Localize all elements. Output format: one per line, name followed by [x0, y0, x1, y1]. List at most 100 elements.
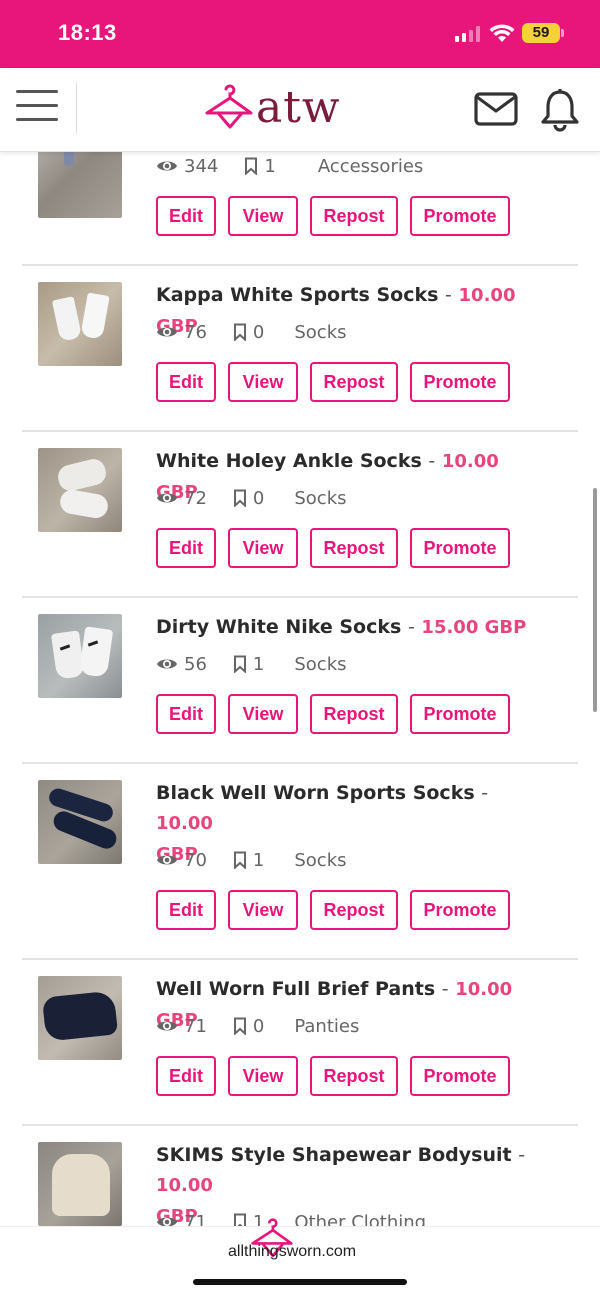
- promote-button[interactable]: Promote: [410, 362, 510, 402]
- listing-actions: Edit View Repost Promote: [156, 196, 510, 236]
- atw-logo[interactable]: atw: [204, 82, 341, 133]
- view-count: 71: [184, 1211, 207, 1227]
- listing-name: Dirty White Nike Socks: [156, 616, 402, 638]
- repost-button[interactable]: Repost: [310, 196, 398, 236]
- status-bar: 18:13 59: [0, 0, 600, 68]
- view-button[interactable]: View: [228, 528, 298, 568]
- listing-divider: [22, 762, 578, 764]
- promote-button[interactable]: Promote: [410, 528, 510, 568]
- listing-category: Panties: [294, 1015, 360, 1037]
- save-count: 0: [252, 1015, 265, 1037]
- listing-category: Other Clothing: [294, 1211, 427, 1227]
- listing-stats: 56 1 Socks: [156, 652, 347, 676]
- listing-actions: Edit View Repost Promote: [156, 890, 510, 930]
- listing-category: Socks: [294, 653, 347, 675]
- hamburger-icon: [16, 90, 58, 93]
- listing-name: White Holey Ankle Socks: [156, 450, 422, 472]
- bell-icon[interactable]: [540, 88, 580, 132]
- scrollbar[interactable]: [593, 488, 597, 712]
- listing-thumbnail[interactable]: [38, 282, 122, 366]
- save-count: 1: [264, 155, 276, 177]
- listing-actions: Edit View Repost Promote: [156, 694, 510, 734]
- repost-button[interactable]: Repost: [310, 362, 398, 402]
- view-button[interactable]: View: [228, 196, 298, 236]
- view-count: 56: [184, 653, 207, 675]
- repost-button[interactable]: Repost: [310, 1056, 398, 1096]
- edit-button[interactable]: Edit: [156, 528, 216, 568]
- bottom-bar: allthingsworn.com: [0, 1218, 600, 1298]
- listing-divider: [22, 596, 578, 598]
- view-button[interactable]: View: [228, 890, 298, 930]
- eye-icon: [157, 659, 177, 669]
- save-count: 1: [252, 653, 265, 675]
- listing-name: SKIMS Style Shapewear Bodysuit: [156, 1144, 512, 1166]
- listing-divider: [22, 430, 578, 432]
- edit-button[interactable]: Edit: [156, 362, 216, 402]
- eye-icon: [157, 327, 177, 337]
- bookmark-icon: [233, 489, 246, 507]
- bookmark-icon: [233, 851, 246, 869]
- listing-price: 10.00: [156, 813, 213, 834]
- view-count: 72: [184, 487, 207, 509]
- app-header: atw: [0, 68, 600, 152]
- listing-category: Accessories: [317, 155, 424, 177]
- eye-icon: [157, 1021, 177, 1031]
- listing-stats: 72 0 Socks: [156, 486, 347, 510]
- view-button[interactable]: View: [228, 362, 298, 402]
- mail-icon[interactable]: [474, 92, 518, 126]
- listing-thumbnail[interactable]: [38, 780, 122, 864]
- promote-button[interactable]: Promote: [410, 1056, 510, 1096]
- hamburger-menu-button[interactable]: [16, 90, 60, 126]
- promote-button[interactable]: Promote: [410, 694, 510, 734]
- eye-icon: [157, 855, 177, 865]
- listing-actions: Edit View Repost Promote: [156, 362, 510, 402]
- listing-category: Socks: [294, 487, 347, 509]
- listing-price: 10.00: [156, 1175, 213, 1196]
- view-count: 344: [184, 155, 219, 177]
- view-button[interactable]: View: [228, 1056, 298, 1096]
- title-dash: -: [407, 616, 415, 638]
- listing-thumbnail[interactable]: [38, 976, 122, 1060]
- title-dash: -: [428, 450, 436, 472]
- promote-button[interactable]: Promote: [410, 890, 510, 930]
- listing-divider: [22, 958, 578, 960]
- listing-title[interactable]: Dirty White Nike Socks - 15.00 GBP: [156, 612, 546, 643]
- save-count: 0: [252, 487, 265, 509]
- repost-button[interactable]: Repost: [310, 528, 398, 568]
- listing-actions: Edit View Repost Promote: [156, 1056, 510, 1096]
- bookmark-icon: [233, 323, 246, 341]
- view-count: 76: [184, 321, 207, 343]
- listing-category: Socks: [294, 849, 347, 871]
- bookmark-icon: [245, 157, 258, 175]
- edit-button[interactable]: Edit: [156, 694, 216, 734]
- view-count: 70: [184, 849, 207, 871]
- listings-list: 344 1 Accessories Edit View Repost Promo…: [0, 152, 600, 1226]
- title-dash: -: [518, 1144, 526, 1166]
- listing-stats: 71 0 Panties: [156, 1014, 359, 1038]
- eye-icon: [157, 493, 177, 503]
- listing-thumbnail[interactable]: [38, 614, 122, 698]
- promote-button[interactable]: Promote: [410, 196, 510, 236]
- listing-thumbnail[interactable]: [38, 152, 122, 218]
- edit-button[interactable]: Edit: [156, 1056, 216, 1096]
- view-button[interactable]: View: [228, 694, 298, 734]
- wifi-icon: [489, 24, 515, 42]
- repost-button[interactable]: Repost: [310, 890, 398, 930]
- edit-button[interactable]: Edit: [156, 196, 216, 236]
- home-indicator[interactable]: [193, 1279, 407, 1285]
- bookmark-icon: [233, 1213, 246, 1226]
- listing-divider: [22, 264, 578, 266]
- listing-divider: [22, 1124, 578, 1126]
- status-time: 18:13: [58, 20, 117, 45]
- listing-name: Kappa White Sports Socks: [156, 284, 439, 306]
- bookmark-icon: [233, 655, 246, 673]
- logo-text: atw: [256, 82, 341, 133]
- site-domain[interactable]: allthingsworn.com: [228, 1243, 356, 1261]
- listing-thumbnail[interactable]: [38, 448, 122, 532]
- listing-category: Socks: [294, 321, 347, 343]
- battery-indicator: 59: [522, 23, 560, 43]
- edit-button[interactable]: Edit: [156, 890, 216, 930]
- repost-button[interactable]: Repost: [310, 694, 398, 734]
- listing-thumbnail[interactable]: [38, 1142, 122, 1226]
- header-divider: [76, 82, 77, 134]
